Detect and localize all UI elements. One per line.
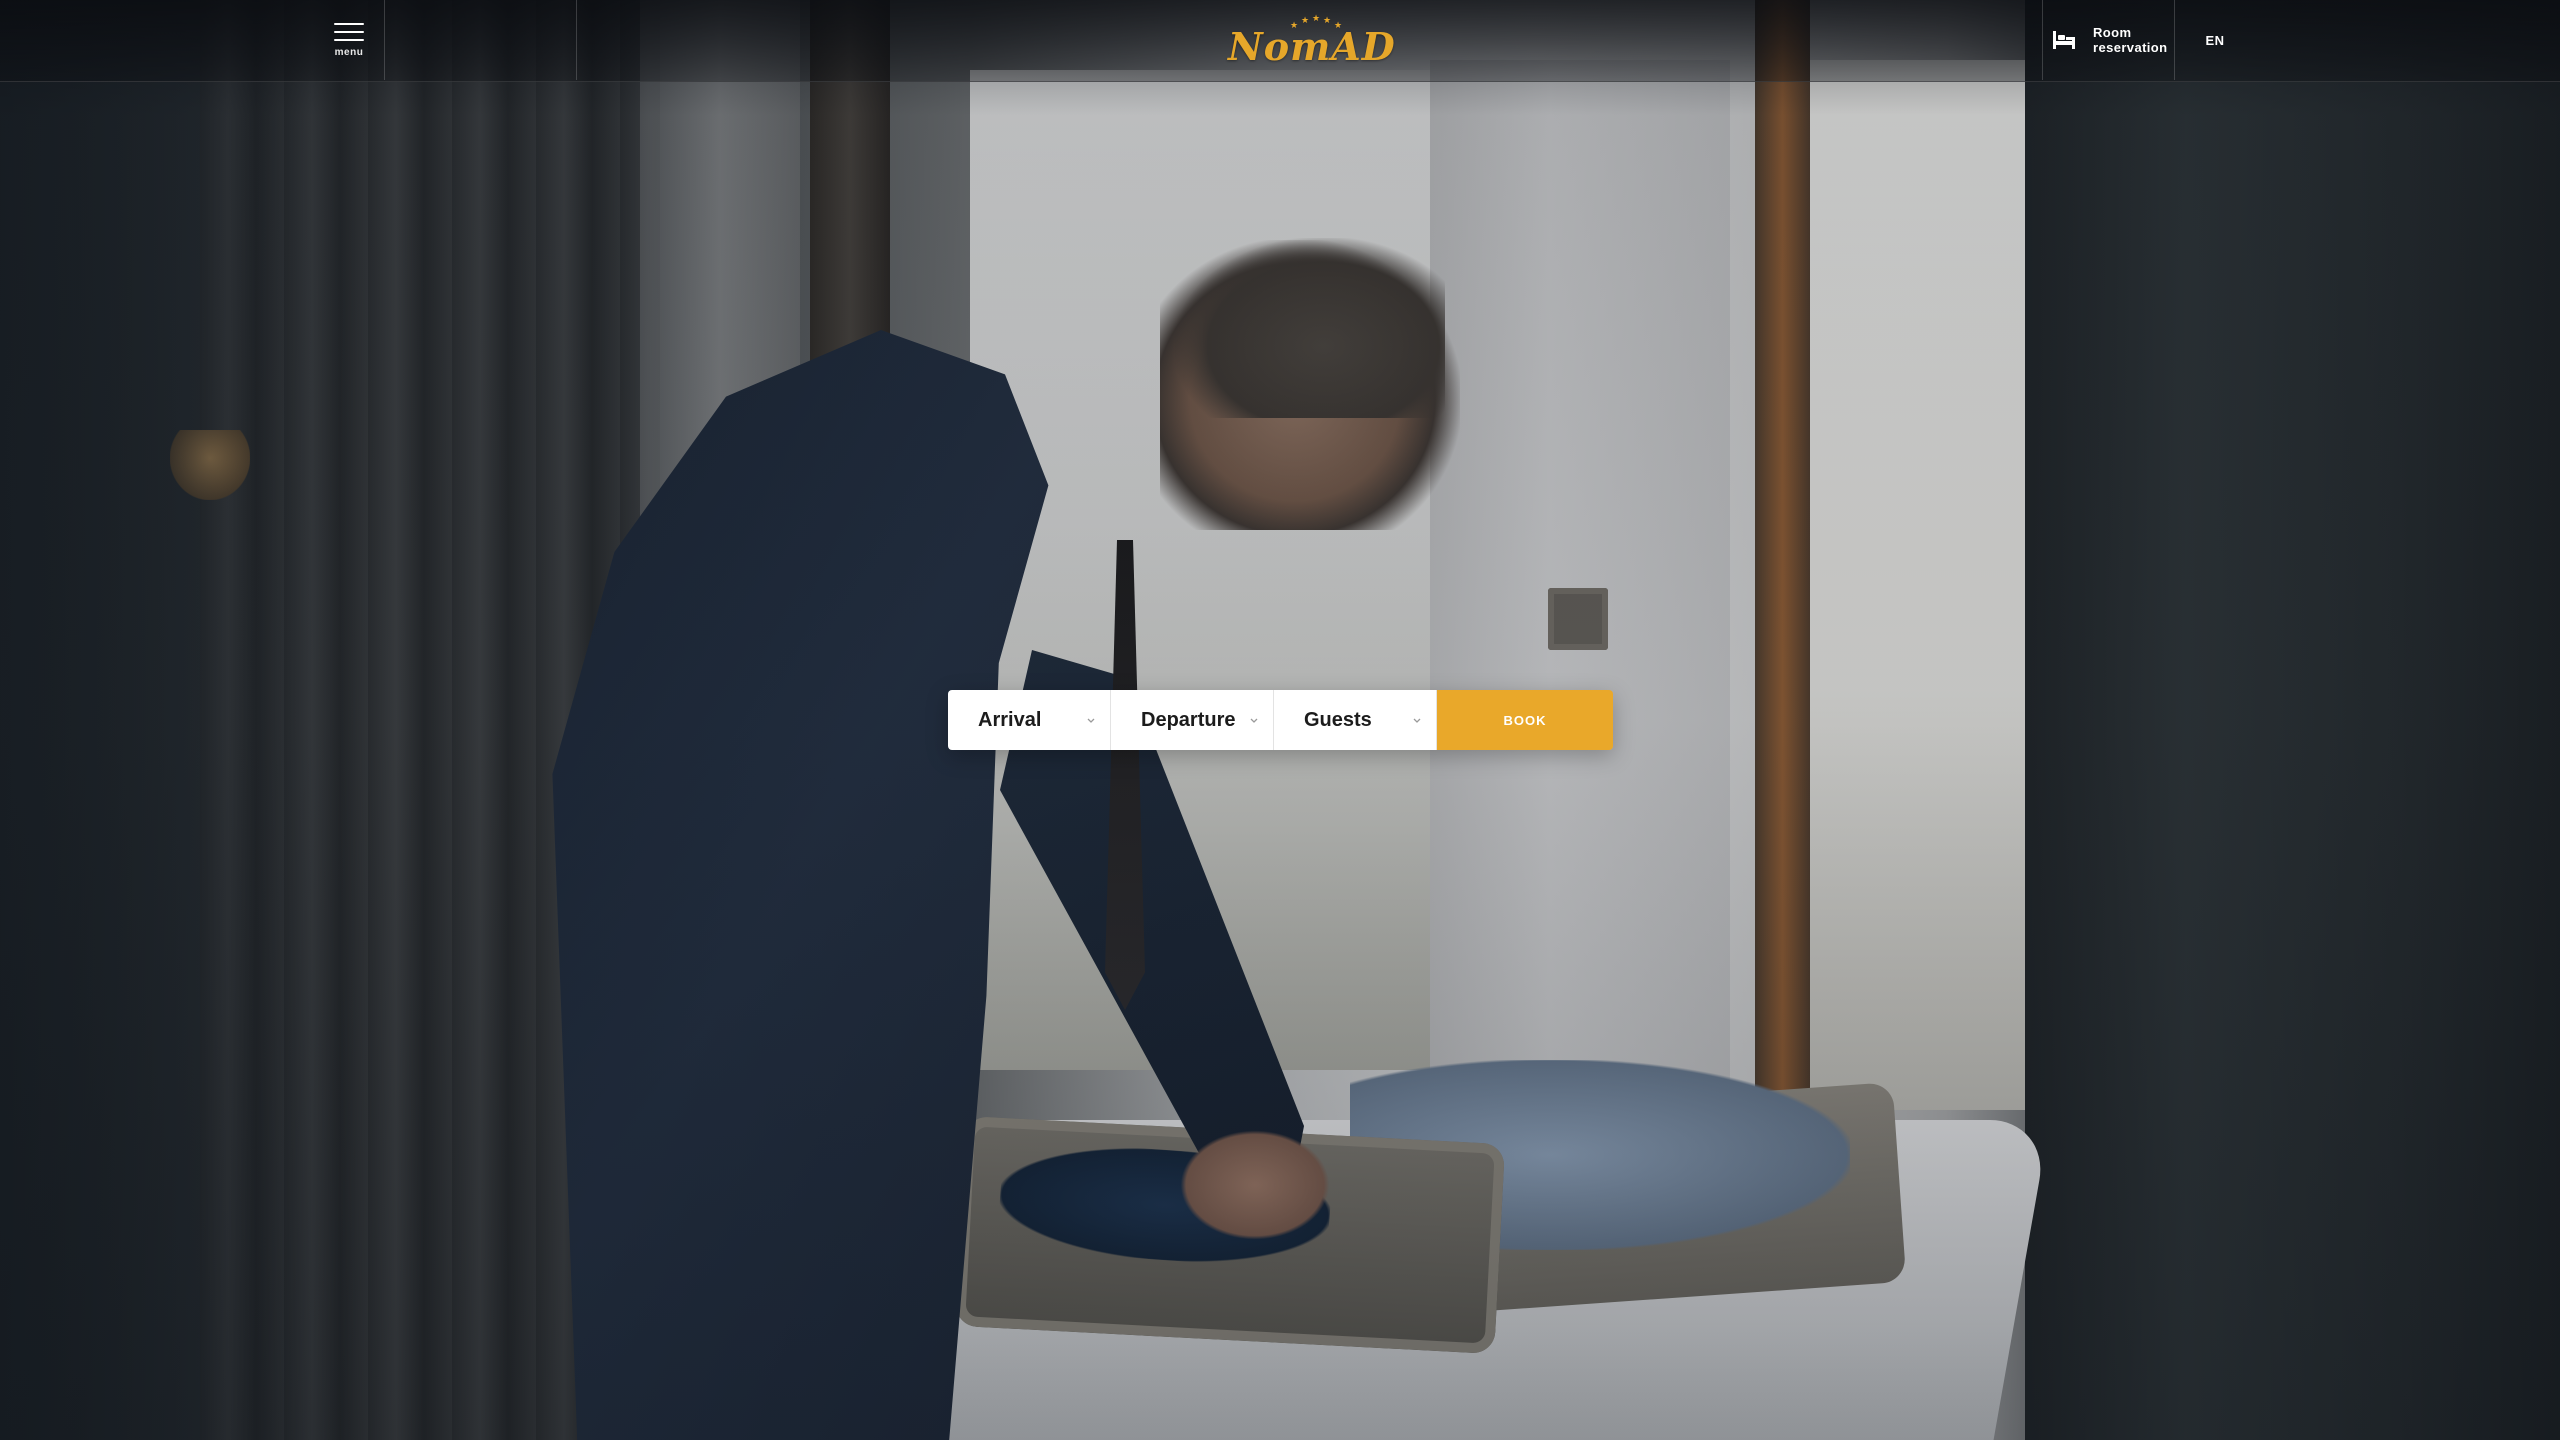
room-reservation-label: Room reservation (2093, 25, 2168, 55)
book-button[interactable]: BOOK (1437, 690, 1613, 750)
booking-form: Arrival Departure Guests BOOK (948, 690, 1613, 750)
reservation-line-2: reservation (2093, 40, 2168, 55)
logo-text: NomAD (1228, 24, 1396, 69)
chevron-down-icon (1087, 718, 1095, 723)
menu-label: menu (334, 46, 364, 58)
chevron-down-icon (1250, 718, 1258, 723)
guests-select[interactable]: Guests (1274, 690, 1437, 750)
page: menu ★ ★ ★ ★ ★ NomAD Room reservation EN… (0, 0, 2560, 1440)
reservation-line-1: Room (2093, 25, 2132, 40)
menu-button[interactable]: menu (313, 0, 385, 80)
guests-label: Guests (1304, 708, 1372, 731)
nav-divider (384, 0, 385, 80)
hamburger-menu-icon (334, 22, 364, 41)
departure-select[interactable]: Departure (1111, 690, 1274, 750)
language-selector[interactable]: EN (2190, 0, 2240, 80)
departure-label: Departure (1141, 708, 1236, 731)
nav-divider (576, 0, 577, 80)
bed-icon (2053, 31, 2075, 49)
hotel-logo[interactable]: ★ ★ ★ ★ ★ NomAD (1228, 8, 1396, 72)
arrival-select[interactable]: Arrival (948, 690, 1111, 750)
chevron-down-icon (1413, 718, 1421, 723)
top-navigation-bar: menu ★ ★ ★ ★ ★ NomAD Room reservation EN (0, 0, 2560, 82)
room-reservation-button[interactable]: Room reservation (2042, 0, 2175, 80)
arrival-label: Arrival (978, 708, 1042, 731)
